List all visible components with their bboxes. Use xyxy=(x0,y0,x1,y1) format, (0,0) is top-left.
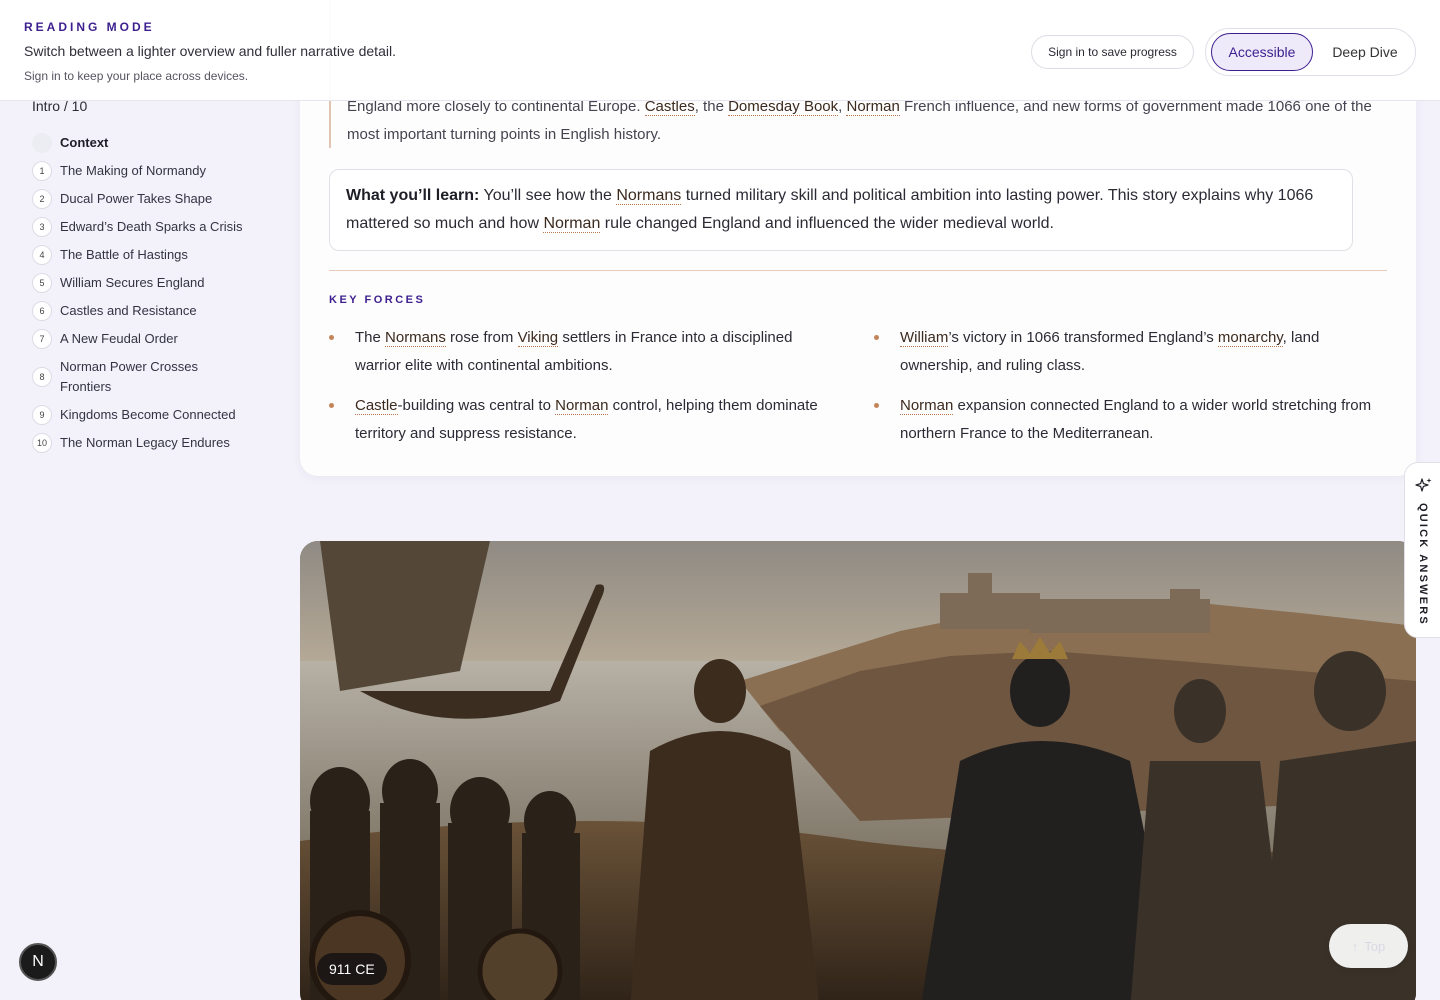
section-divider xyxy=(329,270,1387,271)
toc-item-2[interactable]: 2 Ducal Power Takes Shape xyxy=(32,187,262,215)
toc-label: Edward’s Death Sparks a Crisis xyxy=(60,219,243,234)
text: rose from xyxy=(445,329,518,346)
toc-number: 9 xyxy=(32,405,52,425)
toc-number: 10 xyxy=(32,433,52,453)
toc-label: Context xyxy=(60,135,109,150)
back-to-top-button[interactable]: ↑ Top xyxy=(1329,924,1408,968)
toc-item-10[interactable]: 10 The Norman Legacy Endures xyxy=(32,431,262,459)
toc-item-9[interactable]: 9 Kingdoms Become Connected xyxy=(32,403,262,431)
toc-label: A New Feudal Order xyxy=(60,331,178,346)
text: ’s victory in 1066 transformed England’s xyxy=(948,329,1218,346)
toc-number: 8 xyxy=(32,367,52,387)
key-force-item: Castle-building was central to Norman co… xyxy=(329,392,829,448)
avatar[interactable]: N xyxy=(19,943,57,981)
text: expansion connected England to a wider w… xyxy=(900,397,1372,442)
deep-dive-mode-button[interactable]: Deep Dive xyxy=(1318,33,1412,71)
hero-illustration: 911 CE xyxy=(300,541,1416,1000)
toc-item-1[interactable]: 1 The Making of Normandy xyxy=(32,159,262,187)
toc-label: Ducal Power Takes Shape xyxy=(60,191,213,206)
glossary-term[interactable]: Norman xyxy=(543,215,601,233)
learn-lead: What you’ll learn: xyxy=(346,187,480,204)
table-of-contents: Context 1 The Making of Normandy 2 Ducal… xyxy=(32,131,262,459)
toc-label: Kingdoms Become Connected xyxy=(60,407,236,422)
toc-number xyxy=(32,133,52,153)
toc-label: The Making of Normandy xyxy=(60,163,206,178)
toc-label: The Norman Legacy Endures xyxy=(60,435,230,450)
glossary-term[interactable]: William xyxy=(900,329,949,347)
glossary-term[interactable]: Normans xyxy=(385,329,446,347)
toc-number: 1 xyxy=(32,161,52,181)
toc-number: 6 xyxy=(32,301,52,321)
glossary-term[interactable]: Normans xyxy=(616,187,682,205)
toc-item-4[interactable]: 4 The Battle of Hastings xyxy=(32,243,262,271)
sparkle-icon xyxy=(1415,478,1432,492)
glossary-term[interactable]: Viking xyxy=(517,329,559,347)
reading-mode-eyebrow: READING MODE xyxy=(24,20,155,34)
sign-in-button[interactable]: Sign in to save progress xyxy=(1031,35,1194,69)
text: You’ll see how the xyxy=(479,187,617,204)
reading-mode-bar: READING MODE Switch between a lighter ov… xyxy=(0,0,1440,101)
toc-label: William Secures England xyxy=(60,275,205,290)
toc-item-5[interactable]: 5 William Secures England xyxy=(32,271,262,299)
glossary-term[interactable]: Norman xyxy=(900,397,954,415)
reading-mode-note: Sign in to keep your place across device… xyxy=(24,69,249,83)
toc-label: The Battle of Hastings xyxy=(60,247,188,262)
toc-number: 2 xyxy=(32,189,52,209)
date-badge: 911 CE xyxy=(317,953,387,985)
key-force-item: Norman expansion connected England to a … xyxy=(874,392,1374,448)
glossary-term[interactable]: Norman xyxy=(555,397,609,415)
key-force-item: The Normans rose from Viking settlers in… xyxy=(329,324,809,380)
text: -building was central to xyxy=(397,397,556,414)
toc-item-context[interactable]: Context xyxy=(32,131,262,159)
key-forces-heading: KEY FORCES xyxy=(329,294,426,306)
quick-answers-label: QUICK ANSWERS xyxy=(1417,503,1429,626)
quick-answers-tab[interactable]: QUICK ANSWERS xyxy=(1404,462,1440,638)
toc-number: 4 xyxy=(32,245,52,265)
toc-item-6[interactable]: 6 Castles and Resistance xyxy=(32,299,262,327)
what-youll-learn-box: What you’ll learn: You’ll see how the No… xyxy=(329,169,1353,251)
toc-number: 5 xyxy=(32,273,52,293)
text: The xyxy=(355,329,386,346)
glossary-term[interactable]: monarchy xyxy=(1217,329,1283,347)
toc-item-7[interactable]: 7 A New Feudal Order xyxy=(32,327,262,355)
toc-item-8[interactable]: 8 Norman Power Crosses Frontiers xyxy=(32,355,262,403)
sidebar: Intro / 10 Context 1 The Making of Norma… xyxy=(0,0,270,1000)
reading-mode-description: Switch between a lighter overview and fu… xyxy=(24,43,396,59)
glossary-term[interactable]: Castle xyxy=(355,397,398,415)
arrow-up-icon: ↑ xyxy=(1351,938,1359,954)
text: rule changed England and influenced the … xyxy=(600,215,1054,232)
toc-item-3[interactable]: 3 Edward’s Death Sparks a Crisis xyxy=(32,215,262,243)
accessible-mode-button[interactable]: Accessible xyxy=(1211,33,1313,71)
toc-label: Castles and Resistance xyxy=(60,303,197,318)
toc-number: 7 xyxy=(32,329,52,349)
toc-label: Norman Power Crosses Frontiers xyxy=(60,359,198,394)
toc-number: 3 xyxy=(32,217,52,237)
reading-mode-toggle: Accessible Deep Dive xyxy=(1205,28,1416,76)
key-force-item: William’s victory in 1066 transformed En… xyxy=(874,324,1354,380)
hero-scene xyxy=(300,541,1416,1000)
back-to-top-label: Top xyxy=(1364,938,1386,954)
intro-text: England more closely to continental Euro… xyxy=(347,93,1377,149)
